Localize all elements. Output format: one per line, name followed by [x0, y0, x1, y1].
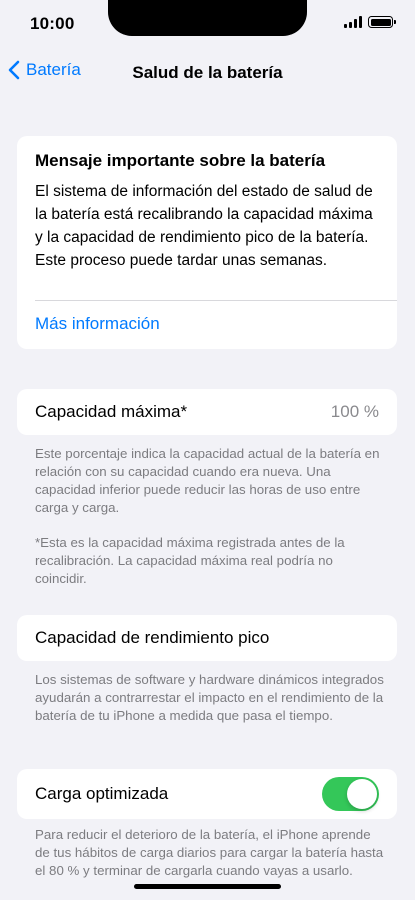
optimized-charging-row: Carga optimizada [17, 769, 397, 819]
divider [35, 300, 397, 301]
status-time: 10:00 [30, 14, 75, 33]
max-capacity-value: 100 % [330, 402, 379, 421]
page-title: Salud de la batería [132, 63, 283, 82]
peak-capacity-label: Capacidad de rendimiento pico [35, 628, 270, 647]
message-title: Mensaje importante sobre la batería [35, 151, 326, 170]
peak-capacity-row: Capacidad de rendimiento pico [17, 615, 397, 661]
more-info-link[interactable]: Más información [35, 314, 160, 334]
max-capacity-note: Este porcentaje indica la capacidad actu… [35, 446, 380, 515]
optimized-charging-label: Carga optimizada [35, 784, 169, 803]
status-bar: 10:00 [0, 0, 415, 50]
status-icons [344, 16, 396, 28]
peak-capacity-note: Los sistemas de software y hardware diná… [35, 672, 384, 723]
notch [108, 0, 307, 36]
battery-message-card: Mensaje importante sobre la batería El s… [17, 136, 397, 349]
optimized-charging-note: Para reducir el deterioro de la batería,… [35, 827, 384, 878]
signal-icon [344, 16, 362, 28]
home-indicator[interactable] [134, 884, 281, 889]
optimized-charging-toggle[interactable] [322, 777, 379, 811]
message-body: El sistema de información del estado de … [35, 183, 373, 269]
battery-icon [368, 16, 396, 28]
max-capacity-row: Capacidad máxima* 100 % [17, 389, 397, 435]
max-capacity-label: Capacidad máxima* [35, 402, 188, 421]
nav-bar: Batería Salud de la batería [0, 56, 415, 92]
recalibration-note: *Esta es la capacidad máxima registrada … [35, 535, 345, 586]
toggle-knob [347, 779, 377, 809]
